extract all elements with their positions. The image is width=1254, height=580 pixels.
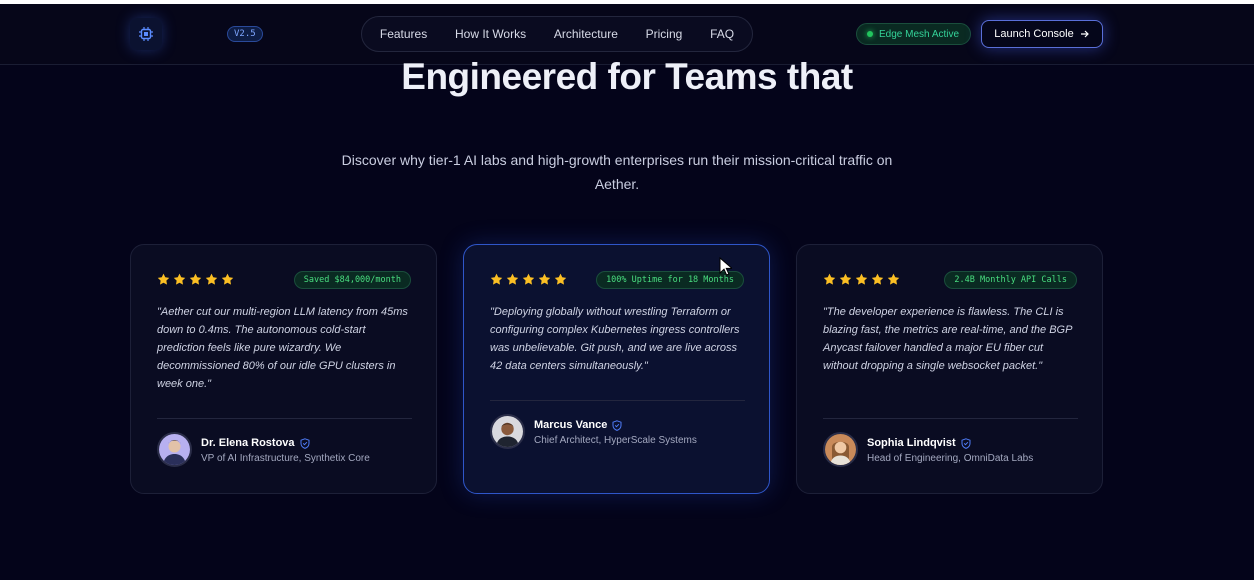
author-name: Marcus Vance (534, 419, 608, 431)
section-title: Engineered for Teams that (401, 56, 853, 97)
avatar-image (159, 434, 190, 465)
author-role: Head of Engineering, OmniData Labs (867, 453, 1034, 464)
launch-console-button[interactable]: Launch Console (981, 20, 1103, 48)
author-name-row: Marcus Vance (534, 419, 697, 431)
author-role: Chief Architect, HyperScale Systems (534, 435, 697, 446)
star-icon (205, 273, 218, 285)
avatar-image (825, 434, 856, 465)
testimonial-quote: "Deploying globally without wrestling Te… (490, 306, 740, 372)
avatar (490, 414, 525, 449)
section-subtitle: Discover why tier-1 AI labs and high-gro… (341, 152, 893, 192)
star-icon (189, 273, 202, 285)
nav-link-pricing[interactable]: Pricing (640, 27, 689, 41)
star-rating (490, 273, 567, 286)
verified-shield-icon (961, 437, 971, 449)
star-icon (554, 273, 567, 285)
nav-link-how-it-works[interactable]: How It Works (449, 27, 532, 41)
star-rating (157, 273, 234, 286)
logo[interactable] (130, 18, 162, 50)
author-info: Sophia Lindqvist Head of Engineering, Om… (867, 437, 1033, 464)
star-icon (506, 273, 519, 285)
star-icon (490, 273, 503, 285)
divider (490, 400, 745, 401)
version-badge: V2.5 (227, 26, 263, 42)
author-info: Dr. Elena Rostova VP of AI Infrastructur… (201, 437, 370, 464)
status-label: Edge Mesh Active (879, 28, 960, 40)
testimonial-quote: "Aether cut our multi-region LLM latency… (157, 306, 408, 390)
star-rating (823, 273, 900, 286)
arrow-right-icon (1080, 30, 1089, 38)
status-badge: Edge Mesh Active (856, 23, 972, 45)
avatar (157, 432, 192, 467)
launch-console-label: Launch Console (994, 28, 1074, 40)
nav-link-architecture[interactable]: Architecture (548, 27, 624, 41)
avatar-image (492, 416, 523, 447)
star-icon (522, 273, 535, 285)
mouse-cursor-icon (719, 257, 732, 276)
divider (823, 418, 1078, 419)
star-icon (871, 273, 884, 285)
author-role: VP of AI Infrastructure, Synthetix Core (201, 453, 370, 464)
author-name: Dr. Elena Rostova (201, 437, 295, 449)
testimonial-card: Saved $84,000/month "Aether cut our mult… (130, 244, 437, 494)
chip-icon (139, 27, 153, 41)
nav-links: Features How It Works Architecture Prici… (361, 16, 753, 52)
star-icon (887, 273, 900, 285)
status-dot-icon (867, 31, 873, 37)
nav-link-features[interactable]: Features (374, 27, 433, 41)
avatar (823, 432, 858, 467)
metric-badge: Saved $84,000/month (293, 271, 411, 289)
author-name-row: Dr. Elena Rostova (201, 437, 370, 449)
testimonial-card: 2.4B Monthly API Calls "The developer ex… (796, 244, 1103, 494)
star-icon (823, 273, 836, 285)
star-icon (839, 273, 852, 285)
divider (157, 418, 412, 419)
author-info: Marcus Vance Chief Architect, HyperScale… (534, 419, 697, 446)
testimonials-grid: Saved $84,000/month "Aether cut our mult… (130, 244, 1103, 494)
star-icon (221, 273, 234, 285)
nav-link-faq[interactable]: FAQ (704, 27, 740, 41)
author-name-row: Sophia Lindqvist (867, 437, 1033, 449)
verified-shield-icon (612, 419, 622, 431)
testimonial-card-featured: 100% Uptime for 18 Months "Deploying glo… (463, 244, 770, 494)
metric-badge: 2.4B Monthly API Calls (944, 271, 1077, 289)
star-icon (855, 273, 868, 285)
star-icon (538, 273, 551, 285)
star-icon (157, 273, 170, 285)
verified-shield-icon (300, 437, 310, 449)
testimonial-quote: "The developer experience is flawless. T… (823, 306, 1073, 372)
author-name: Sophia Lindqvist (867, 437, 956, 449)
star-icon (173, 273, 186, 285)
